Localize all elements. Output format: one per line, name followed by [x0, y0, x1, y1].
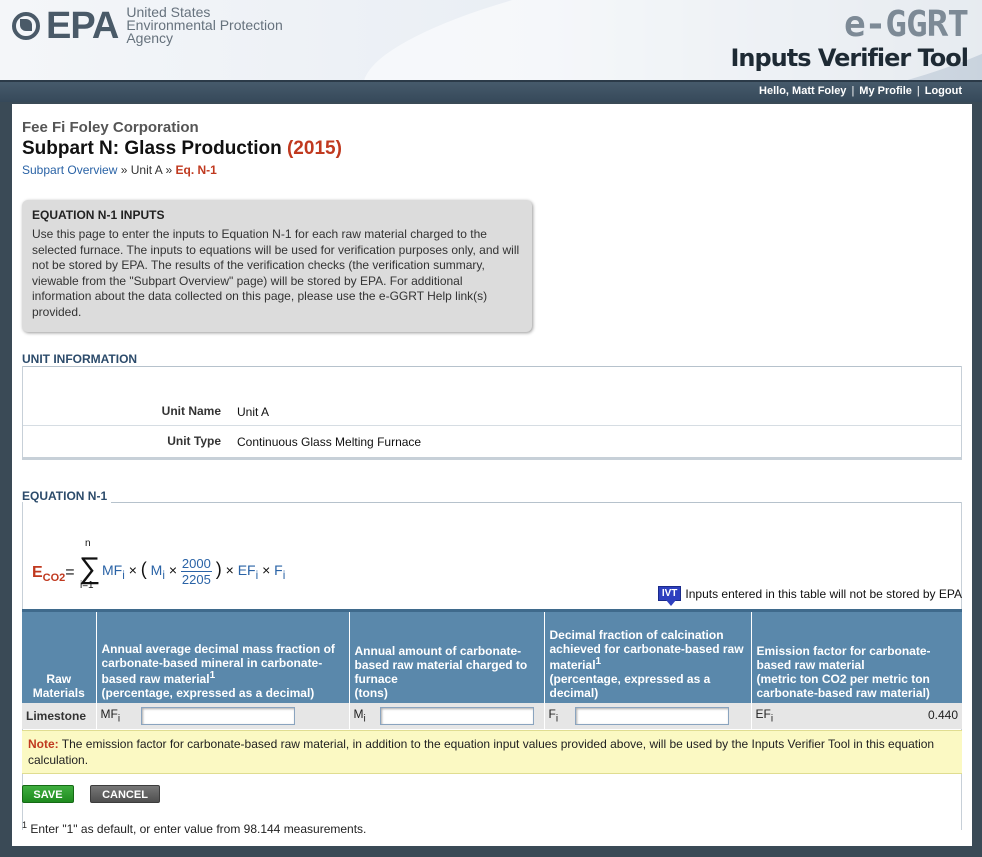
reporting-year: (2015) — [286, 138, 342, 159]
instructions-text: Use this page to enter the inputs to Equ… — [32, 227, 520, 319]
calcination-fraction-input[interactable] — [574, 706, 729, 725]
unit-type-row: Unit Type Continuous Glass Melting Furna… — [23, 426, 961, 454]
equation-inputs-table: Raw Materials Annual average decimal mas… — [22, 609, 962, 729]
save-button[interactable]: SAVE — [22, 785, 74, 803]
col-mass-fraction: Annual average decimal mass fraction of … — [95, 609, 349, 703]
mass-fraction-input[interactable] — [140, 706, 295, 725]
note-label: Note: — [28, 737, 59, 751]
unit-info-heading: UNIT INFORMATION — [22, 352, 142, 366]
breadcrumb-current: Eq. N-1 — [175, 163, 217, 177]
note-text: The emission factor for carbonate-based … — [28, 737, 935, 767]
unit-type-value: Continuous Glass Melting Furnace — [237, 435, 422, 449]
unit-name-row: Unit Name Unit A — [23, 396, 961, 424]
footnote: 1 Enter "1" as default, or enter value f… — [22, 820, 367, 836]
instructions-box: EQUATION N-1 INPUTS Use this page to ent… — [22, 200, 532, 332]
facility-name: Fee Fi Foley Corporation — [22, 119, 199, 136]
raw-material-name: Limestone — [22, 702, 96, 729]
main-panel: Fee Fi Foley Corporation Subpart N: Glas… — [12, 104, 972, 846]
col-annual-amount: Annual amount of carbonate-based raw mat… — [348, 609, 544, 703]
site-header: EPA United States Environmental Protecti… — [0, 0, 982, 80]
page-title: Subpart N: Glass Production (2015) — [22, 138, 342, 159]
equation-formula: ECO2= n ∑ i=1 MFi × ( Mi × 2000 2205 ) × … — [32, 538, 286, 591]
app-subtitle: Inputs Verifier Tool — [730, 44, 969, 72]
epa-logo[interactable]: EPA United States Environmental Protecti… — [12, 4, 283, 47]
app-name: e-GGRT — [843, 4, 969, 45]
user-bar: Hello, Matt Foley | My Profile | Logout — [0, 80, 982, 102]
col-calcination-fraction: Decimal fraction of calcination achieved… — [543, 609, 751, 703]
ivt-badge-icon: IVT — [657, 586, 682, 606]
conversion-fraction: 2000 2205 — [180, 556, 212, 587]
mf-symbol: MFi — [100, 706, 121, 725]
ef-symbol: EFi — [755, 706, 774, 725]
user-greeting: Hello, Matt Foley — [759, 85, 847, 97]
agency-name: United States Environmental Protection A… — [126, 4, 283, 46]
equation-lhs: ECO2= — [32, 564, 75, 585]
equation-heading: EQUATION N-1 — [22, 489, 112, 503]
m-symbol: Mi — [353, 706, 366, 725]
breadcrumb-subpart-overview[interactable]: Subpart Overview — [22, 163, 117, 177]
table-row: Limestone MFi Mi Fi EFi 0.440 — [22, 702, 962, 729]
logout-link[interactable]: Logout — [925, 85, 962, 97]
unit-type-label: Unit Type — [167, 434, 221, 448]
equation-terms: MFi × ( Mi × 2000 2205 ) × EFi × Fi — [102, 556, 286, 587]
ivt-notice: IVT Inputs entered in this table will no… — [657, 586, 962, 606]
annual-amount-input[interactable] — [379, 706, 534, 725]
breadcrumb-unit: Unit A — [130, 163, 163, 177]
epa-flower-icon — [12, 11, 42, 41]
f-symbol: Fi — [548, 706, 559, 725]
note-box: Note: The emission factor for carbonate-… — [22, 730, 962, 774]
unit-name-value: Unit A — [237, 405, 270, 419]
unit-name-label: Unit Name — [161, 404, 221, 418]
epa-wordmark: EPA — [46, 4, 119, 47]
ivt-notice-text: Inputs entered in this table will not be… — [685, 586, 962, 601]
unit-info-section: Unit Name Unit A Unit Type Continuous Gl… — [22, 366, 962, 460]
emission-factor-value: 0.440 — [927, 708, 958, 723]
col-emission-factor: Emission factor for carbonate-based raw … — [750, 609, 962, 703]
my-profile-link[interactable]: My Profile — [859, 85, 912, 97]
col-raw-materials: Raw Materials — [22, 609, 96, 703]
cancel-button[interactable]: CANCEL — [90, 785, 160, 803]
instructions-title: EQUATION N-1 INPUTS — [32, 208, 165, 222]
breadcrumb: Subpart Overview » Unit A » Eq. N-1 — [22, 163, 217, 177]
